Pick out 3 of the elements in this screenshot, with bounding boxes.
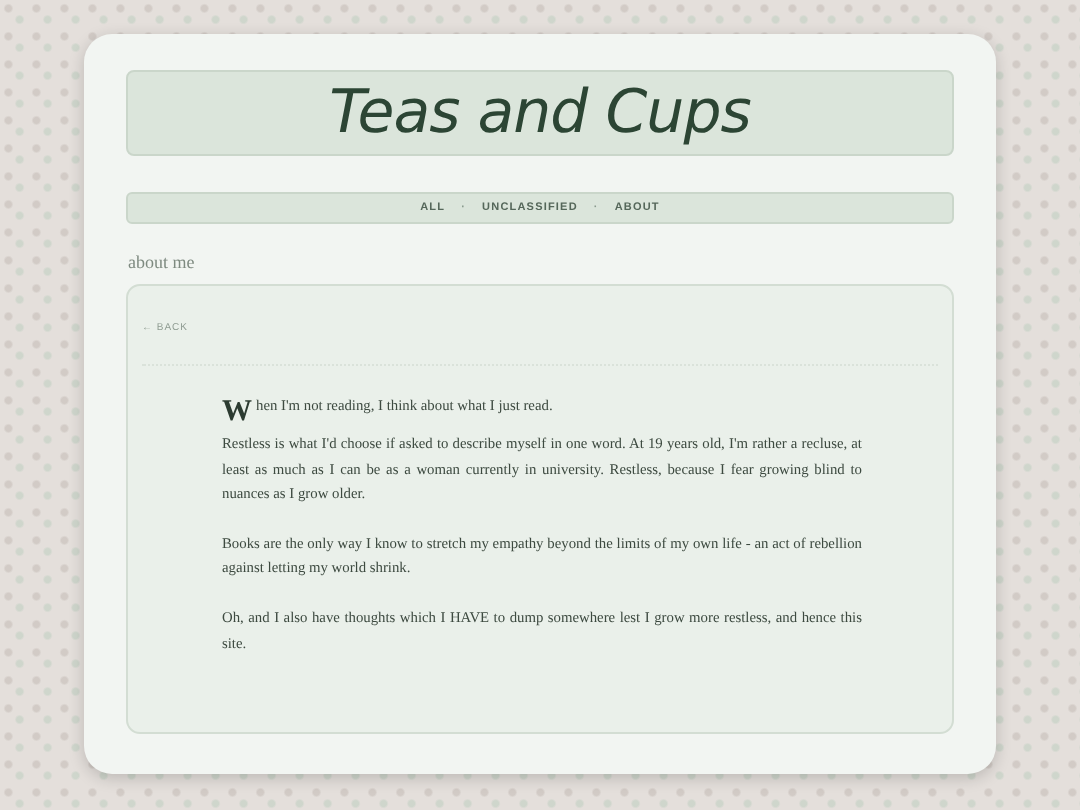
page-title: about me (128, 252, 197, 272)
paragraph: When I'm not reading, I think about what I just read. (222, 394, 555, 420)
site-title[interactable]: Teas and Cups (329, 78, 751, 148)
